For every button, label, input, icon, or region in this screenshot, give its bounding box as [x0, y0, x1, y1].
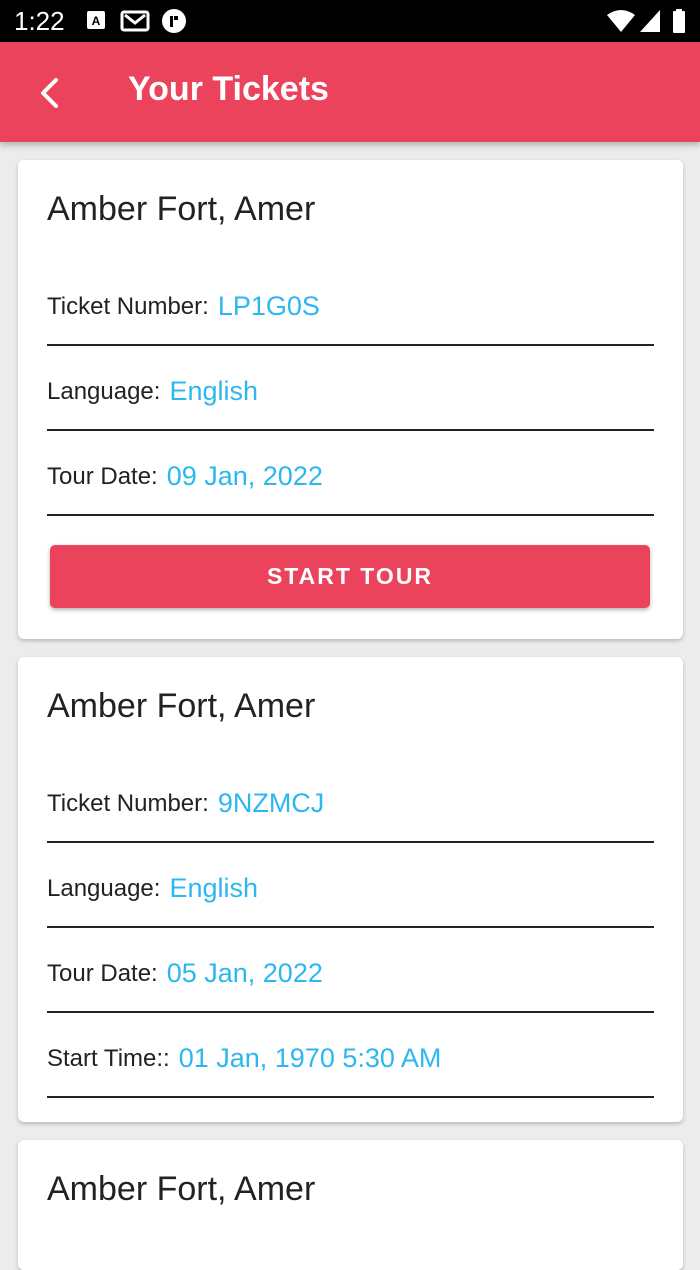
ticket-number-label: Ticket Number:	[47, 790, 209, 817]
ticket-place-title: Amber Fort, Amer	[47, 1170, 316, 1208]
language-label: Language:	[47, 875, 161, 902]
signal-icon	[640, 10, 660, 32]
app-bar: Your Tickets	[0, 42, 700, 142]
divider	[47, 1096, 654, 1098]
start-tour-button[interactable]: START TOUR	[50, 545, 650, 608]
back-arrow-icon[interactable]	[30, 72, 72, 114]
ticket-number-row: Ticket Number: 9NZMCJ	[47, 758, 654, 843]
ticket-number-value: LP1G0S	[217, 291, 320, 321]
tour-date-label: Tour Date:	[47, 463, 158, 490]
language-row: Language: English	[47, 346, 654, 431]
status-time: 1:22	[14, 6, 65, 36]
ticket-card: Amber Fort, Amer Ticket Number: LP1G0S La…	[18, 160, 683, 639]
gmail-icon	[120, 10, 150, 32]
tour-date-label: Tour Date:	[47, 960, 158, 987]
start-time-label: Start Time::	[47, 1045, 170, 1072]
ticket-place-title: Amber Fort, Amer	[47, 687, 316, 725]
wifi-icon	[607, 10, 635, 32]
language-value: English	[169, 873, 259, 903]
divider	[47, 514, 654, 516]
tour-date-value: 05 Jan, 2022	[166, 958, 323, 988]
tour-date-row: Tour Date: 05 Jan, 2022	[47, 928, 654, 1013]
tour-date-value: 09 Jan, 2022	[166, 461, 323, 491]
ticket-number-value: 9NZMCJ	[217, 788, 325, 818]
ticket-card: Amber Fort, Amer	[18, 1140, 683, 1270]
ticket-number-row: Ticket Number: LP1G0S	[47, 261, 654, 346]
battery-icon	[673, 9, 685, 33]
start-time-row: Start Time:: 01 Jan, 1970 5:30 AM	[47, 1013, 654, 1098]
ticket-place-title: Amber Fort, Amer	[47, 190, 316, 228]
start-time-value: 01 Jan, 1970 5:30 AM	[178, 1043, 442, 1073]
tour-date-row: Tour Date: 09 Jan, 2022	[47, 431, 654, 516]
language-label: Language:	[47, 378, 161, 405]
fiverr-icon	[162, 9, 186, 33]
ticket-card: Amber Fort, Amer Ticket Number: 9NZMCJ La…	[18, 657, 683, 1122]
page-title: Your Tickets	[128, 70, 329, 108]
language-value: English	[169, 376, 259, 406]
language-row: Language: English	[47, 843, 654, 928]
svg-text:A: A	[92, 14, 101, 28]
a-badge-icon: A	[87, 11, 105, 29]
ticket-number-label: Ticket Number:	[47, 293, 209, 320]
status-bar: 1:22 A	[0, 0, 700, 42]
